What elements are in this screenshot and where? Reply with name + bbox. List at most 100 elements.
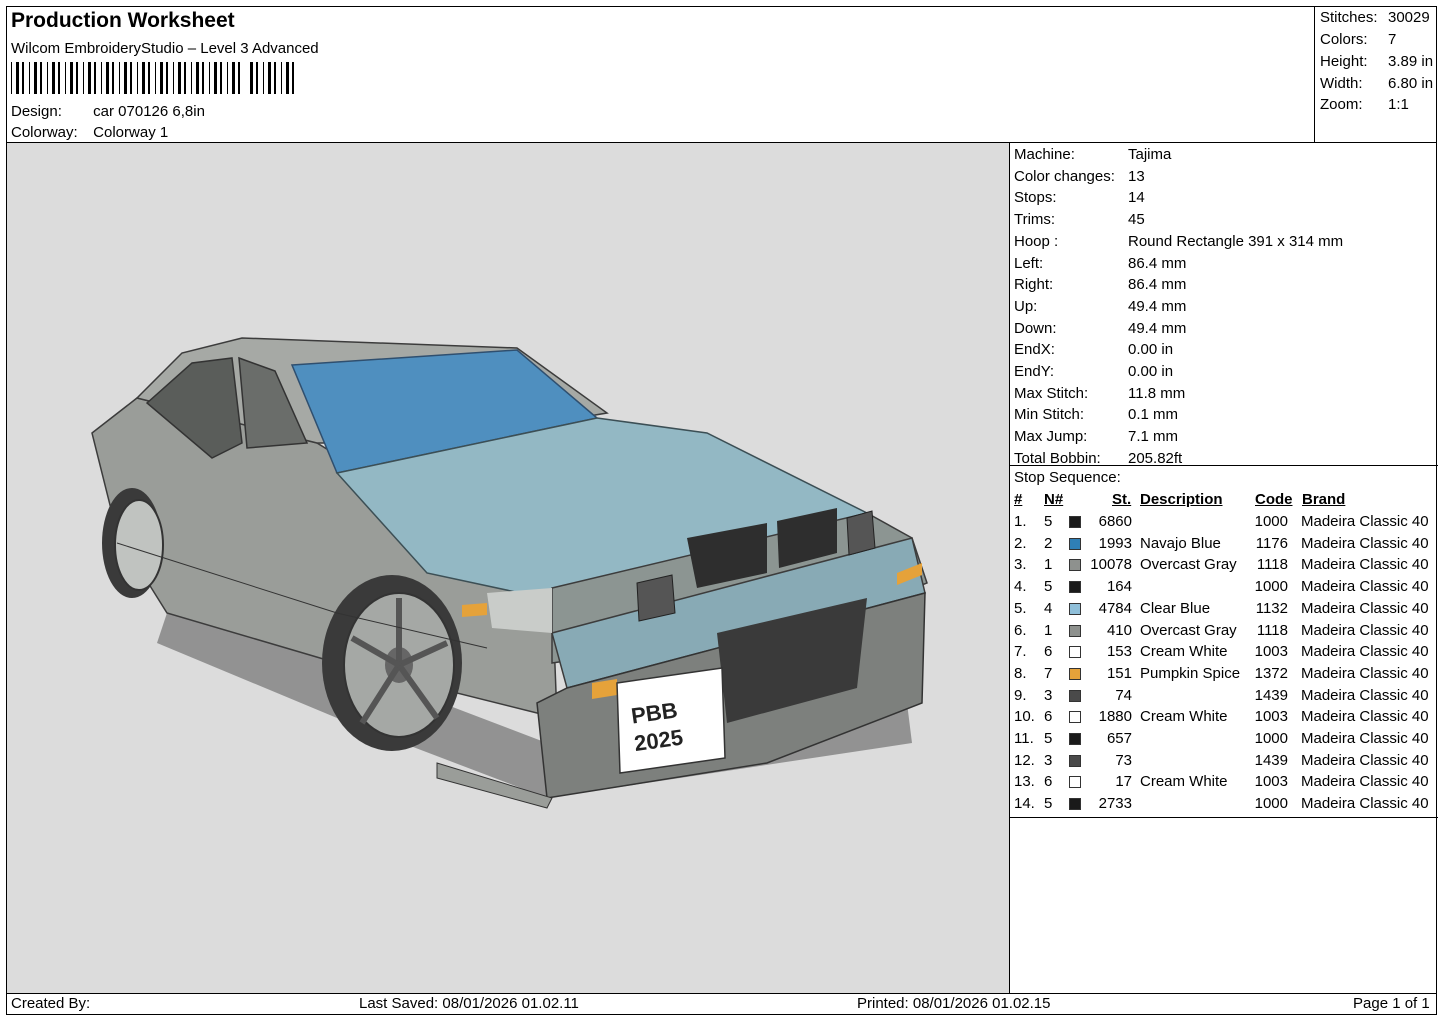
seq-stitches: 4784 xyxy=(1098,599,1132,617)
seq-code: 1000 xyxy=(1254,795,1288,813)
machine-info-row: Down: 49.4 mm xyxy=(1014,320,1186,337)
stat-label: Width: xyxy=(1320,75,1363,92)
color-swatch xyxy=(1069,537,1081,550)
machine-info-row: Up: 49.4 mm xyxy=(1014,298,1186,315)
seq-stitches: 151 xyxy=(1106,664,1132,682)
seq-brand: Madeira Classic 40 xyxy=(1301,643,1429,661)
car-embroidery-image: PBB 2025 xyxy=(91,337,928,809)
printed-date: Printed: 08/01/2026 01.02.15 xyxy=(857,995,1051,1012)
seq-description: Clear Blue xyxy=(1140,599,1211,617)
col-header-brand: Brand xyxy=(1302,491,1346,508)
seq-stitches: 164 xyxy=(1106,578,1132,596)
page-number: Page 1 of 1 xyxy=(1353,995,1430,1012)
info-value: 49.4 mm xyxy=(1128,319,1187,337)
info-label: Machine: xyxy=(1014,146,1075,163)
seq-needle: 6 xyxy=(1044,643,1053,661)
color-swatch xyxy=(1069,646,1081,659)
machine-info-row: Trims: 45 xyxy=(1014,211,1145,228)
seq-brand: Madeira Classic 40 xyxy=(1301,534,1429,552)
seq-num: 1. xyxy=(1014,513,1027,530)
machine-info-row: EndX: 0.00 in xyxy=(1014,341,1173,358)
info-value: 49.4 mm xyxy=(1128,297,1187,315)
seq-brand: Madeira Classic 40 xyxy=(1301,556,1429,574)
seq-code: 1439 xyxy=(1254,686,1288,704)
seq-num: 3. xyxy=(1014,556,1027,574)
info-value: 14 xyxy=(1128,189,1145,207)
seq-num: 11. xyxy=(1014,730,1034,747)
seq-stitches: 410 xyxy=(1106,621,1132,639)
info-label: Stops: xyxy=(1014,189,1057,207)
seq-stitches: 153 xyxy=(1106,643,1132,661)
info-label: EndX: xyxy=(1014,341,1055,359)
seq-code: 1000 xyxy=(1254,578,1288,596)
seq-stitches: 10078 xyxy=(1090,556,1132,574)
stat-colors: Colors: 7 xyxy=(1320,31,1396,48)
col-header-code: Code xyxy=(1255,491,1293,508)
seq-brand: Madeira Classic 40 xyxy=(1301,599,1429,617)
machine-info-row: Hoop : Round Rectangle 391 x 314 mm xyxy=(1014,233,1343,250)
design-row: Design: car 070126 6,8in xyxy=(11,103,205,120)
machine-info-row: Min Stitch: 0.1 mm xyxy=(1014,406,1178,423)
seq-code: 1003 xyxy=(1254,643,1288,661)
seq-code: 1372 xyxy=(1254,664,1288,682)
barcode-image xyxy=(11,62,294,94)
seq-stitches: 73 xyxy=(1115,751,1132,769)
seq-num: 10. xyxy=(1014,708,1035,726)
seq-num: 2. xyxy=(1014,534,1027,552)
info-label: Up: xyxy=(1014,297,1038,315)
info-value: 0.00 in xyxy=(1128,341,1174,359)
machine-info-row: EndY: 0.00 in xyxy=(1014,363,1173,380)
seq-stitches: 2733 xyxy=(1098,795,1132,813)
production-worksheet: Production Worksheet Wilcom EmbroiderySt… xyxy=(6,6,1438,1015)
last-saved: Last Saved: 08/01/2026 01.02.11 xyxy=(359,995,579,1012)
info-label: Min Stitch: xyxy=(1014,406,1085,424)
seq-brand: Madeira Classic 40 xyxy=(1301,664,1429,682)
color-swatch xyxy=(1069,581,1081,594)
seq-brand: Madeira Classic 40 xyxy=(1301,621,1429,639)
stat-value: 30029 xyxy=(1388,9,1430,26)
col-header-num: # xyxy=(1014,491,1023,508)
info-divider xyxy=(1010,465,1438,466)
color-swatch xyxy=(1069,667,1081,680)
info-label: Down: xyxy=(1014,319,1057,337)
seq-description: Pumpkin Spice xyxy=(1140,664,1241,682)
seq-num: 7. xyxy=(1014,643,1027,661)
seq-needle: 3 xyxy=(1044,751,1053,769)
stat-value: 6.80 in xyxy=(1388,75,1434,92)
colorway-label: Colorway: xyxy=(11,124,78,141)
colorway-value: Colorway 1 xyxy=(93,124,169,141)
seq-brand: Madeira Classic 40 xyxy=(1301,708,1429,726)
info-value: 13 xyxy=(1128,167,1145,185)
stop-sequence-title: Stop Sequence: xyxy=(1014,469,1121,486)
seq-brand: Madeira Classic 40 xyxy=(1301,773,1429,791)
info-label: Color changes: xyxy=(1014,167,1115,185)
info-value: 11.8 mm xyxy=(1128,384,1186,402)
stat-zoom: Zoom: 1:1 xyxy=(1320,96,1409,113)
seq-num: 9. xyxy=(1014,686,1027,704)
seq-needle: 6 xyxy=(1044,708,1053,726)
info-value: 45 xyxy=(1128,211,1145,229)
info-value: 7.1 mm xyxy=(1128,428,1179,446)
color-swatch xyxy=(1069,624,1081,637)
seq-stitches: 17 xyxy=(1115,773,1132,791)
color-swatch xyxy=(1069,559,1081,572)
design-stats: Stitches: 30029 Colors: 7 Height: 3.89 in W… xyxy=(1314,7,1437,143)
seq-code: 1439 xyxy=(1254,751,1288,769)
color-swatch xyxy=(1069,711,1081,724)
seq-code: 1118 xyxy=(1256,621,1288,639)
stat-value: 1:1 xyxy=(1388,96,1409,113)
software-name: Wilcom EmbroideryStudio – Level 3 Advanc… xyxy=(11,40,319,57)
col-header-needle: N# xyxy=(1044,491,1064,508)
info-value: 86.4 mm xyxy=(1128,254,1187,272)
seq-description: Cream White xyxy=(1140,643,1228,661)
info-value: Round Rectangle 391 x 314 mm xyxy=(1128,232,1344,250)
info-label: Trims: xyxy=(1014,211,1056,229)
seq-needle: 6 xyxy=(1044,773,1053,791)
info-value: 0.1 mm xyxy=(1128,406,1179,424)
worksheet-header: Production Worksheet Wilcom EmbroiderySt… xyxy=(7,7,1314,143)
stat-label: Stitches: xyxy=(1320,9,1378,26)
info-label: EndY: xyxy=(1014,363,1055,380)
machine-info-row: Color changes: 13 xyxy=(1014,168,1145,185)
seq-stitches: 657 xyxy=(1106,730,1132,747)
colorway-row: Colorway: Colorway 1 xyxy=(11,124,168,141)
